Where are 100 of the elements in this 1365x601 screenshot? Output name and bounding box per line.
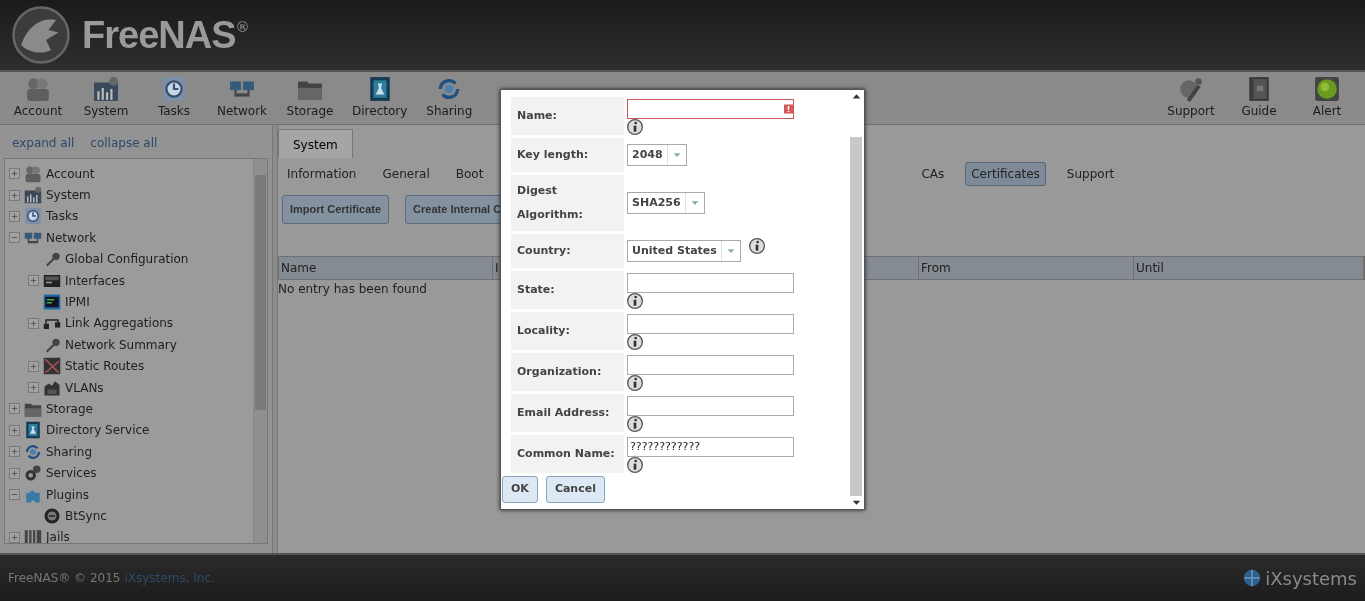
gears-icon [24,464,42,483]
people-icon [25,76,51,102]
column-header[interactable]: From [919,256,1134,279]
monitor-icon [43,293,61,312]
toolbar-button[interactable]: Guide [1225,74,1293,122]
globe-icon [1243,569,1262,587]
toolbar-button[interactable]: Storage [276,74,344,122]
expand-icon[interactable] [9,210,20,222]
field-label: Country: [511,234,624,268]
expand-icon[interactable] [9,531,20,543]
tree-item[interactable]: Jails [46,528,70,543]
collapse-icon[interactable] [9,489,20,501]
tree-link[interactable]: collapse all [90,134,158,152]
expand-icon[interactable] [28,317,39,329]
caret-icon [671,150,682,160]
expand-icon[interactable] [9,189,20,201]
toolbar-button[interactable]: Tasks [140,74,208,122]
field-label: State: [511,271,624,309]
tree-item[interactable]: Directory Service [46,421,150,440]
tree-item[interactable]: Interfaces [65,271,125,290]
field-label: Key length: [511,138,624,172]
expand-icon[interactable] [28,360,39,372]
logo-text: FreeNAS [82,12,236,58]
field-label: Name: [511,97,624,135]
dialog-button[interactable]: Cancel [545,476,605,503]
tree-item[interactable]: Storage [46,400,93,418]
tree-item[interactable]: System [46,186,91,205]
column-header[interactable]: Name [279,256,493,279]
tree-item[interactable]: Account [46,164,95,183]
clock-icon [161,76,187,102]
tree-item[interactable]: Link Aggregations [65,314,174,333]
toolbar-button[interactable]: Support [1157,74,1225,122]
tree-item[interactable]: Global Configuration [65,250,189,269]
people-icon [24,164,42,183]
alert-light-icon [1314,76,1340,102]
field-label: Common Name: [511,435,624,473]
tree-item[interactable]: Services [46,464,97,483]
tree-item[interactable]: VLANs [65,378,104,397]
text-field[interactable] [627,273,794,293]
subtab[interactable]: Certificates [965,162,1046,186]
book-icon [24,421,42,440]
scrollbar[interactable] [253,159,267,543]
company-logo-text: iXsystems [1265,566,1357,591]
dropdown[interactable]: United States [627,240,741,262]
toolbar-button[interactable]: Account [4,74,72,122]
subtab[interactable]: CAs [916,162,950,186]
field-label: Digest Algorithm: [511,175,624,231]
dropdown[interactable]: SHA256 [627,192,705,214]
caret-icon [689,198,700,208]
text-field[interactable] [627,99,794,119]
toolbar-button[interactable]: Directory [344,74,416,122]
down-arrow-icon [851,498,861,507]
tree-item[interactable]: BtSync [65,506,107,525]
circular-arrows-icon [24,442,42,461]
text-field[interactable] [627,355,794,375]
tree-item[interactable]: IPMI [65,293,90,312]
toolbar-button[interactable]: Alert [1293,74,1361,122]
clock-icon [24,207,42,226]
tree-item[interactable]: Plugins [46,485,89,504]
expand-icon[interactable] [9,168,20,180]
field-label: Locality: [511,312,624,350]
dropdown[interactable]: 2048 [627,144,687,166]
expand-icon[interactable] [9,446,20,458]
tab[interactable]: System [278,129,353,158]
text-field[interactable]: ???????????? [627,437,794,457]
tree-item[interactable]: Sharing [46,442,93,461]
up-arrow-icon [851,92,861,101]
sync-icon [43,506,61,525]
expand-icon[interactable] [28,275,39,287]
toolbar-button[interactable]: Network [208,74,276,122]
copyright-text: FreeNAS® © 2015 [8,570,121,587]
tree-item[interactable]: Static Routes [65,357,145,376]
column-header[interactable]: Until [1134,256,1364,279]
expand-icon[interactable] [28,382,39,394]
text-field[interactable] [627,314,794,334]
subtab[interactable]: Support [1061,162,1120,186]
expand-icon[interactable] [9,403,20,415]
chart-icon [24,186,42,205]
registered-mark: ® [235,17,250,37]
tree-item[interactable]: Tasks [46,207,79,226]
dialog-button[interactable]: OK [502,476,538,503]
tree-link[interactable]: expand all [12,134,75,152]
subtab[interactable]: General [377,162,435,186]
toolbar-button[interactable]: System [72,74,140,122]
field-label: Email Address: [511,394,624,432]
collapse-icon[interactable] [9,232,20,244]
text-field[interactable] [627,396,794,416]
tree-item[interactable]: Network Summary [65,335,177,354]
expand-icon[interactable] [9,467,20,479]
route-icon [43,357,61,376]
subtab[interactable]: Information [282,162,362,186]
subtab[interactable]: Boot [450,162,489,186]
action-button[interactable]: Import Certificate [282,195,390,224]
chart-icon [93,76,119,102]
empty-message: No entry has been found [278,281,427,296]
expand-icon[interactable] [9,424,20,436]
field-label: Organization: [511,353,624,391]
tree-item[interactable]: Network [46,228,97,247]
book-icon [1246,76,1272,102]
toolbar-button[interactable]: Sharing [415,74,484,122]
